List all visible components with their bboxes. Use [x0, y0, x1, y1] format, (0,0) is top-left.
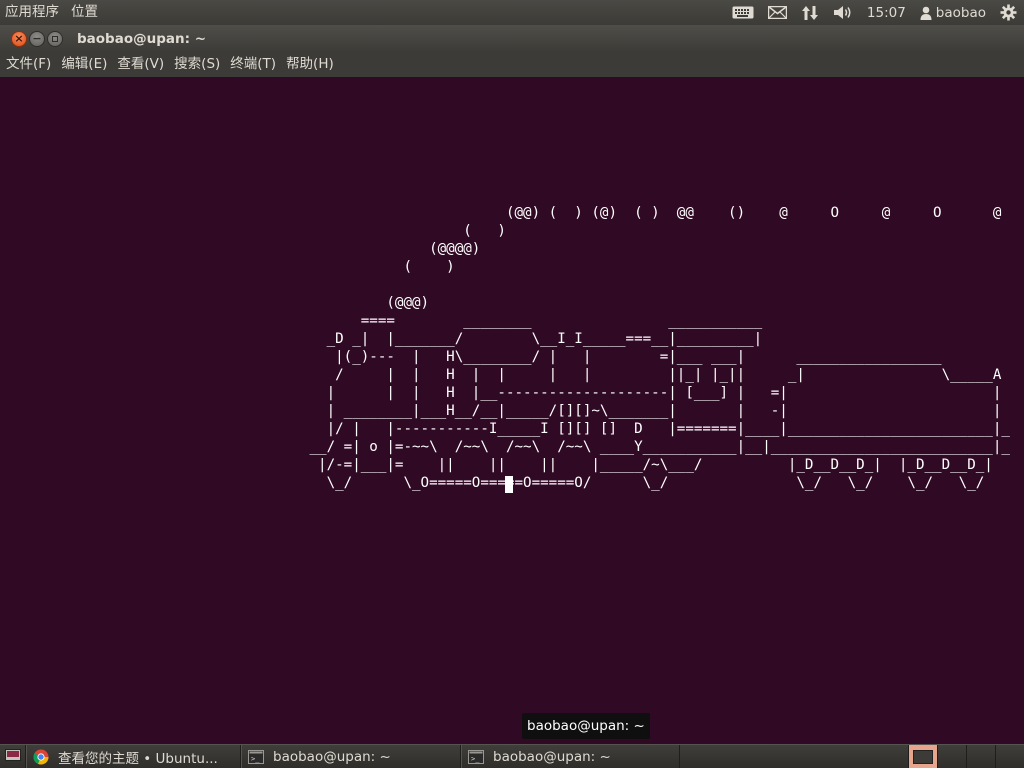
menu-edit[interactable]: 编辑(E): [56, 52, 112, 77]
close-button[interactable]: ×: [11, 30, 27, 47]
workspace-window-thumb: [913, 749, 933, 764]
menu-file[interactable]: 文件(F): [0, 52, 56, 77]
task-terminal-window-active[interactable]: >_ baobao@upan: ~: [461, 745, 680, 768]
workspace-4[interactable]: [995, 745, 1024, 768]
taskbar-tooltip: baobao@upan: ~: [522, 713, 650, 739]
workspace-2[interactable]: [937, 745, 966, 768]
user-name: baobao: [935, 4, 986, 21]
user-icon: [920, 6, 932, 20]
top-panel: 应用程序 位置 15:07 baobao: [0, 0, 1024, 25]
volume-icon[interactable]: [826, 0, 860, 25]
svg-text:>_: >_: [471, 755, 480, 763]
task-label: baobao@upan: ~: [493, 748, 611, 765]
terminal-icon: >_: [248, 749, 264, 764]
menu-view[interactable]: 查看(V): [112, 52, 169, 77]
network-icon[interactable]: [794, 0, 826, 25]
menu-terminal[interactable]: 终端(T): [225, 52, 281, 77]
task-label: baobao@upan: ~: [273, 748, 391, 765]
close-icon: ×: [14, 32, 24, 45]
task-terminal-window[interactable]: >_ baobao@upan: ~: [241, 745, 461, 768]
clock[interactable]: 15:07: [860, 0, 913, 25]
terminal-icon: >_: [468, 749, 484, 764]
keyboard-icon[interactable]: [725, 0, 761, 25]
minimize-button[interactable]: −: [29, 30, 45, 47]
workspace-switcher: [908, 745, 1024, 768]
menu-search[interactable]: 搜索(S): [169, 52, 225, 77]
terminal-cursor: [505, 476, 513, 493]
svg-text:>_: >_: [251, 755, 260, 763]
terminal-menubar: 文件(F) 编辑(E) 查看(V) 搜索(S) 终端(T) 帮助(H): [0, 52, 1024, 77]
bottom-taskbar: 查看您的主题 • Ubuntu... >_ baobao@upan: ~ >_ …: [0, 744, 1024, 768]
window-title-bar[interactable]: × − baobao@upan: ~: [0, 25, 1024, 52]
workspace-3[interactable]: [966, 745, 995, 768]
menu-help[interactable]: 帮助(H): [281, 52, 339, 77]
desktop-icon: [4, 748, 21, 765]
task-label: 查看您的主题 • Ubuntu...: [58, 750, 218, 767]
terminal-area[interactable]: (@@) ( ) (@) ( ) @@ () @ O @ O @ ( ) (@@…: [0, 77, 1024, 744]
show-desktop-button[interactable]: [0, 745, 26, 768]
user-menu[interactable]: baobao: [913, 0, 993, 25]
task-chrome-window[interactable]: 查看您的主题 • Ubuntu...: [26, 745, 241, 768]
maximize-icon: [52, 35, 58, 42]
mail-icon[interactable]: [761, 0, 794, 25]
workspace-1[interactable]: [908, 745, 937, 768]
minimize-icon: −: [32, 32, 42, 45]
indicator-area: 15:07 baobao: [725, 0, 1024, 25]
power-gear-icon[interactable]: [993, 0, 1024, 25]
maximize-button[interactable]: [47, 30, 63, 47]
steam-locomotive-ascii-art: (@@) ( ) (@) ( ) @@ () @ O @ O @ ( ) (@@…: [309, 205, 1010, 491]
chrome-icon: [33, 749, 49, 765]
places-menu[interactable]: 位置: [65, 0, 104, 25]
window-title: baobao@upan: ~: [77, 30, 207, 47]
applications-menu[interactable]: 应用程序: [0, 0, 65, 25]
